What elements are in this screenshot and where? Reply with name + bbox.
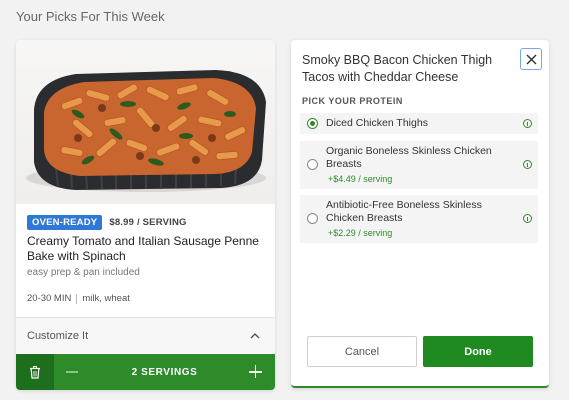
radio-unselected[interactable] <box>307 159 318 170</box>
price-per-serving: $8.99 / SERVING <box>109 217 187 228</box>
section-label: PICK YOUR PROTEIN <box>302 96 403 106</box>
prep-time: 20-30 MIN <box>27 293 72 304</box>
minus-icon <box>66 371 78 373</box>
allergens: milk, wheat <box>82 293 130 304</box>
option-price: +$2.29 / serving <box>328 228 393 238</box>
radio-selected[interactable] <box>307 118 318 129</box>
servings-control: 2 SERVINGS <box>54 354 275 390</box>
tag-row: OVEN-READY $8.99 / SERVING <box>27 215 187 230</box>
protein-option-antibiotic-free-chicken-breasts[interactable]: Antibiotic-Free Boneless Skinless Chicke… <box>300 195 538 243</box>
option-price: +$4.49 / serving <box>328 174 393 184</box>
close-button[interactable] <box>520 48 542 70</box>
close-icon <box>526 54 536 64</box>
customize-toggle[interactable]: Customize It <box>16 317 275 353</box>
oven-ready-badge: OVEN-READY <box>27 215 103 230</box>
protein-option-diced-chicken-thighs[interactable]: Diced Chicken Thighs <box>300 113 538 134</box>
chevron-up-icon <box>250 332 260 338</box>
info-icon[interactable] <box>523 214 532 223</box>
decrease-servings-button[interactable] <box>66 365 80 379</box>
servings-count: 2 SERVINGS <box>131 366 198 378</box>
remove-meal-button[interactable] <box>16 354 54 390</box>
info-icon[interactable] <box>523 119 532 128</box>
meal-subtitle: easy prep & pan included <box>27 267 140 278</box>
option-label: Antibiotic-Free Boneless Skinless Chicke… <box>326 199 482 224</box>
radio-unselected[interactable] <box>307 213 318 224</box>
meta-divider <box>76 293 78 304</box>
option-label: Organic Boneless Skinless Chicken Breast… <box>326 145 492 170</box>
meal-title[interactable]: Creamy Tomato and Italian Sausage Penne … <box>27 234 267 264</box>
option-label: Diced Chicken Thighs <box>326 117 428 129</box>
increase-servings-button[interactable] <box>249 365 263 379</box>
page-heading: Your Picks For This Week <box>16 9 165 24</box>
cancel-button[interactable]: Cancel <box>307 336 417 367</box>
meal-meta: 20-30 MIN milk, wheat <box>27 293 130 304</box>
protein-option-organic-chicken-breasts[interactable]: Organic Boneless Skinless Chicken Breast… <box>300 141 538 189</box>
meal-card: OVEN-READY $8.99 / SERVING Creamy Tomato… <box>16 40 275 390</box>
trash-icon <box>30 365 40 379</box>
done-button[interactable]: Done <box>423 336 533 367</box>
panel-title: Smoky BBQ Bacon Chicken Thigh Tacos with… <box>302 53 493 84</box>
customize-label: Customize It <box>27 329 89 342</box>
servings-bar: 2 SERVINGS <box>16 354 275 390</box>
info-icon[interactable] <box>523 160 532 169</box>
meal-image[interactable] <box>16 40 275 204</box>
protein-panel: Smoky BBQ Bacon Chicken Thigh Tacos with… <box>291 40 549 388</box>
